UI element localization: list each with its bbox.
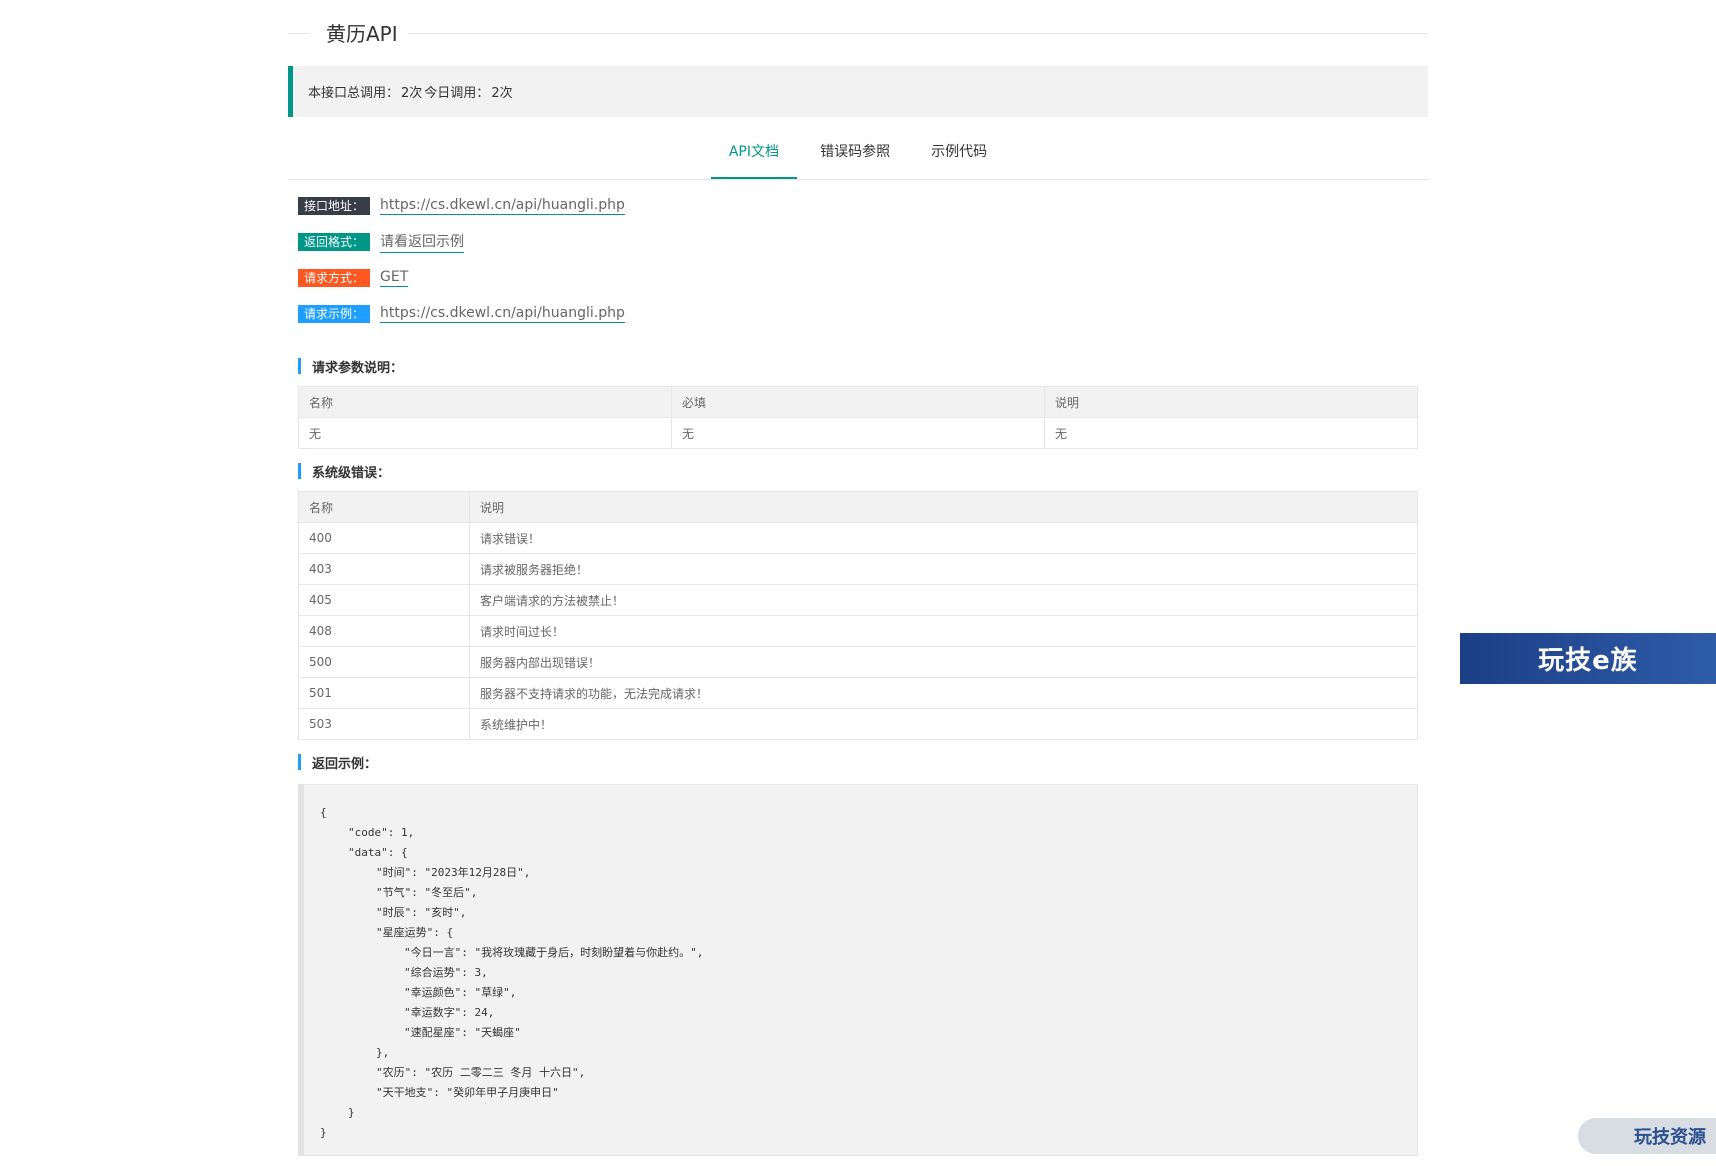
- code-line: "星座运势": {: [376, 926, 454, 939]
- tab-error-codes[interactable]: 错误码参照: [802, 127, 908, 177]
- total-calls-value: 2次: [401, 86, 423, 101]
- code-line: {: [320, 806, 327, 819]
- cell: 501: [298, 677, 470, 709]
- info-row-endpoint: 接口地址： https://cs.dkewl.cn/api/huangli.ph…: [298, 188, 1428, 224]
- title-divider-left: [288, 33, 310, 34]
- floating-resource-pill[interactable]: 玩技资源: [1578, 1118, 1716, 1154]
- cell: 无: [1044, 417, 1418, 449]
- code-line: "幸运数字": 24,: [404, 1006, 495, 1019]
- api-doc-page: 黄历API 本接口总调用： 2次 今日调用： 2次 API文档 错误码参照 示例…: [288, 0, 1428, 1156]
- table-row: 403 请求被服务器拒绝！: [298, 553, 1418, 585]
- cell: 请求时间过长！: [469, 615, 1418, 647]
- title-divider-right: [400, 33, 1428, 34]
- example-heading: 返回示例：: [288, 750, 1428, 774]
- table-row: 501 服务器不支持请求的功能，无法完成请求！: [298, 677, 1418, 709]
- example-link[interactable]: https://cs.dkewl.cn/api/huangli.php: [380, 305, 625, 323]
- method-badge: 请求方式：: [298, 269, 370, 287]
- table-row: 405 客户端请求的方法被禁止！: [298, 584, 1418, 616]
- info-row-format: 返回格式： 请看返回示例: [298, 224, 1428, 260]
- cell: 无: [671, 417, 1045, 449]
- info-row-example: 请求示例： https://cs.dkewl.cn/api/huangli.ph…: [298, 296, 1428, 332]
- col-desc: 说明: [1044, 386, 1418, 418]
- table-row: 500 服务器内部出现错误！: [298, 646, 1418, 678]
- today-calls-label: 今日调用：: [424, 86, 490, 101]
- response-example-code: { "code": 1, "data": { "时间": "2023年12月28日",…: [298, 784, 1418, 1156]
- page-title: 黄历API: [318, 18, 408, 47]
- info-row-method: 请求方式： GET: [298, 260, 1428, 296]
- format-link[interactable]: 请看返回示例: [380, 231, 464, 253]
- code-line: "速配星座": "天蝎座": [404, 1026, 521, 1039]
- cell: 客户端请求的方法被禁止！: [469, 584, 1418, 616]
- example-heading-label: 返回示例：: [312, 756, 378, 772]
- floating-brand-banner[interactable]: 玩技e族: [1460, 633, 1716, 684]
- code-line: }: [320, 1126, 327, 1139]
- col-code: 名称: [298, 491, 470, 523]
- cell: 服务器不支持请求的功能，无法完成请求！: [469, 677, 1418, 709]
- params-heading: 请求参数说明：: [288, 354, 1428, 378]
- total-calls-label: 本接口总调用：: [308, 86, 400, 101]
- cell: 无: [298, 417, 672, 449]
- params-table: 名称 必填 说明 无 无 无: [298, 386, 1418, 449]
- example-badge: 请求示例：: [298, 305, 370, 323]
- table-row: 408 请求时间过长！: [298, 615, 1418, 647]
- code-line: },: [376, 1046, 390, 1059]
- cell: 500: [298, 646, 470, 678]
- title-row: 黄历API: [288, 0, 1428, 64]
- cell: 503: [298, 708, 470, 740]
- params-heading-label: 请求参数说明：: [312, 360, 404, 376]
- call-stats: 本接口总调用： 2次 今日调用： 2次: [288, 66, 1428, 117]
- code-line: "农历": "农历 二零二三 冬月 十六日",: [376, 1066, 586, 1079]
- table-row: 400 请求错误！: [298, 522, 1418, 554]
- code-line: }: [348, 1106, 355, 1119]
- col-desc: 说明: [469, 491, 1418, 523]
- code-line: "节气": "冬至后",: [376, 886, 478, 899]
- tab-sample-code[interactable]: 示例代码: [913, 127, 1005, 177]
- table-row: 503 系统维护中！: [298, 708, 1418, 740]
- code-line: "天干地支": "癸卯年甲子月庚申日": [376, 1086, 559, 1099]
- today-calls-value: 2次: [491, 86, 513, 101]
- table-header-row: 名称 说明: [298, 491, 1418, 523]
- errors-table: 名称 说明 400 请求错误！ 403 请求被服务器拒绝！ 405 客户端请求的方法被…: [298, 491, 1418, 740]
- code-line: "时间": "2023年12月28日",: [376, 866, 531, 879]
- errors-heading: 系统级错误：: [288, 459, 1428, 483]
- cell: 请求被服务器拒绝！: [469, 553, 1418, 585]
- cell: 服务器内部出现错误！: [469, 646, 1418, 678]
- cell: 408: [298, 615, 470, 647]
- section-marker: [298, 463, 301, 479]
- code-line: "综合运势": 3,: [404, 966, 488, 979]
- cell: 系统维护中！: [469, 708, 1418, 740]
- code-line: "code": 1,: [348, 826, 415, 839]
- cell: 400: [298, 522, 470, 554]
- code-line: "幸运颜色": "草绿",: [404, 986, 517, 999]
- format-badge: 返回格式：: [298, 233, 370, 251]
- endpoint-badge: 接口地址：: [298, 197, 370, 215]
- api-info: 接口地址： https://cs.dkewl.cn/api/huangli.ph…: [288, 188, 1428, 332]
- code-line: "data": {: [348, 846, 408, 859]
- tab-api-doc[interactable]: API文档: [710, 127, 798, 179]
- table-header-row: 名称 必填 说明: [298, 386, 1418, 418]
- code-line: "时辰": "亥时",: [376, 906, 467, 919]
- section-marker: [298, 754, 301, 770]
- cell: 405: [298, 584, 470, 616]
- table-row: 无 无 无: [298, 417, 1418, 449]
- section-marker: [298, 358, 301, 374]
- col-required: 必填: [671, 386, 1045, 418]
- endpoint-link[interactable]: https://cs.dkewl.cn/api/huangli.php: [380, 197, 625, 215]
- tab-bar: API文档 错误码参照 示例代码: [288, 127, 1428, 180]
- method-link[interactable]: GET: [380, 269, 409, 287]
- errors-heading-label: 系统级错误：: [312, 465, 391, 481]
- code-line: "今日一言": "我将玫瑰藏于身后，时刻盼望着与你赴约。",: [404, 946, 704, 959]
- col-name: 名称: [298, 386, 672, 418]
- cell: 403: [298, 553, 470, 585]
- cell: 请求错误！: [469, 522, 1418, 554]
